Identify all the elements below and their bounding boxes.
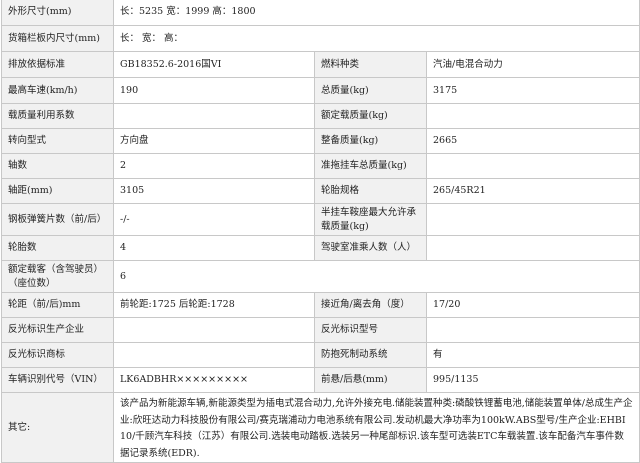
table-row: 轴数 2 准拖挂车总质量(kg) [1, 153, 640, 179]
row-value-reflector-manufacturer [113, 317, 315, 343]
row-value-max-speed: 190 [113, 77, 315, 104]
table-row: 钢板弹簧片数（前/后） -/- 半挂车鞍座最大允许承载质量(kg) [1, 203, 640, 236]
row-value-leaf-springs: -/- [113, 203, 315, 236]
row-label-axle-count: 轴数 [1, 153, 114, 179]
row-label-max-speed: 最高车速(km/h) [1, 77, 114, 104]
table-row: 最高车速(km/h) 190 总质量(kg) 3175 [1, 77, 640, 104]
row-label-total-mass: 总质量(kg) [314, 77, 427, 104]
row-label-other: 其它: [1, 392, 114, 463]
table-row: 反光标识生产企业 反光标识型号 [1, 317, 640, 343]
row-value-rated-load [425, 103, 640, 129]
row-label-exterior-dimensions: 外形尺寸(mm) [1, 0, 114, 26]
row-value-track-width: 前轮距:1725 后轮距:1728 [113, 292, 315, 318]
row-label-fuel-type: 燃料种类 [314, 51, 427, 78]
row-value-reflector-model [425, 317, 640, 343]
row-value-fuel-type: 汽油/电混合动力 [425, 51, 640, 78]
row-value-tire-spec: 265/45R21 [425, 178, 640, 204]
row-label-semitrailer-saddle-load: 半挂车鞍座最大允许承载质量(kg) [314, 203, 427, 236]
row-label-load-utilization: 载质量利用系数 [1, 103, 114, 129]
row-value-emission-standard: GB18352.6-2016国VI [113, 51, 315, 78]
table-row: 排放依据标准 GB18352.6-2016国VI 燃料种类 汽油/电混合动力 [1, 51, 640, 78]
row-label-tire-spec: 轮胎规格 [314, 178, 427, 204]
row-label-tire-count: 轮胎数 [1, 235, 114, 261]
row-value-load-utilization [113, 103, 315, 129]
vehicle-parameter-table: 外形尺寸(mm) 长：5235 宽：1999 高：1800 货箱栏板内尺寸(mm… [1, 0, 640, 463]
row-label-wheelbase: 轴距(mm) [1, 178, 114, 204]
row-value-steering-type: 方向盘 [113, 128, 315, 154]
table-row: 载质量利用系数 额定载质量(kg) [1, 103, 640, 129]
table-row: 额定载客（含驾驶员）（座位数） 6 [1, 260, 640, 293]
row-label-cab-occupancy: 驾驶室准乘人数（人） [314, 235, 427, 261]
table-row: 车辆识别代号（VIN） LK6ADBHR××××××××× 前悬/后悬(mm) … [1, 367, 640, 393]
row-value-tire-count: 4 [113, 235, 315, 261]
row-value-other-notes: 该产品为新能源车辆,新能源类型为插电式混合动力,允许外接充电.储能装置种类:磷酸… [112, 392, 640, 463]
row-label-trailer-mass: 准拖挂车总质量(kg) [314, 153, 427, 179]
row-label-steering-type: 转向型式 [1, 128, 114, 154]
row-label-approach-departure-angle: 接近角/离去角（度） [314, 292, 427, 318]
row-label-reflector-model: 反光标识型号 [314, 317, 427, 343]
table-row: 轮距（前/后)mm 前轮距:1725 后轮距:1728 接近角/离去角（度） 1… [1, 292, 640, 318]
row-label-curb-mass: 整备质量(kg) [314, 128, 427, 154]
row-label-reflector-manufacturer: 反光标识生产企业 [1, 317, 114, 343]
table-row: 转向型式 方向盘 整备质量(kg) 2665 [1, 128, 640, 154]
table-row: 反光标识商标 防抱死制动系统 有 [1, 342, 640, 368]
row-label-rated-load: 额定载质量(kg) [314, 103, 427, 129]
table-row: 货箱栏板内尺寸(mm) 长： 宽： 高： [1, 25, 640, 52]
row-value-exterior-dimensions: 长：5235 宽：1999 高：1800 [112, 0, 640, 26]
row-label-cargo-box-dimensions: 货箱栏板内尺寸(mm) [1, 25, 114, 52]
row-value-total-mass: 3175 [425, 77, 640, 104]
row-value-rated-passengers: 6 [112, 260, 640, 293]
row-label-overhang: 前悬/后悬(mm) [314, 367, 427, 393]
row-value-axle-count: 2 [113, 153, 315, 179]
row-value-curb-mass: 2665 [425, 128, 640, 154]
row-label-rated-passengers: 额定载客（含驾驶员）（座位数） [1, 260, 114, 293]
row-label-abs-system: 防抱死制动系统 [314, 342, 427, 368]
row-label-reflector-brand: 反光标识商标 [1, 342, 114, 368]
row-value-trailer-mass [425, 153, 640, 179]
row-label-track-width: 轮距（前/后)mm [1, 292, 114, 318]
row-value-wheelbase: 3105 [113, 178, 315, 204]
row-label-emission-standard: 排放依据标准 [1, 51, 114, 78]
row-label-leaf-springs: 钢板弹簧片数（前/后） [1, 203, 114, 236]
row-value-vin: LK6ADBHR××××××××× [113, 367, 315, 393]
row-value-cargo-box-dimensions: 长： 宽： 高： [112, 25, 640, 52]
row-value-cab-occupancy [425, 235, 640, 261]
row-value-approach-departure-angle: 17/20 [425, 292, 640, 318]
table-row: 轴距(mm) 3105 轮胎规格 265/45R21 [1, 178, 640, 204]
row-value-semitrailer-saddle-load [425, 203, 640, 236]
table-row: 外形尺寸(mm) 长：5235 宽：1999 高：1800 [1, 0, 640, 26]
table-row: 其它: 该产品为新能源车辆,新能源类型为插电式混合动力,允许外接充电.储能装置种… [1, 392, 640, 463]
table-row: 轮胎数 4 驾驶室准乘人数（人） [1, 235, 640, 261]
row-value-reflector-brand [113, 342, 315, 368]
row-value-overhang: 995/1135 [425, 367, 640, 393]
row-label-vin: 车辆识别代号（VIN） [1, 367, 114, 393]
row-value-abs-system: 有 [425, 342, 640, 368]
